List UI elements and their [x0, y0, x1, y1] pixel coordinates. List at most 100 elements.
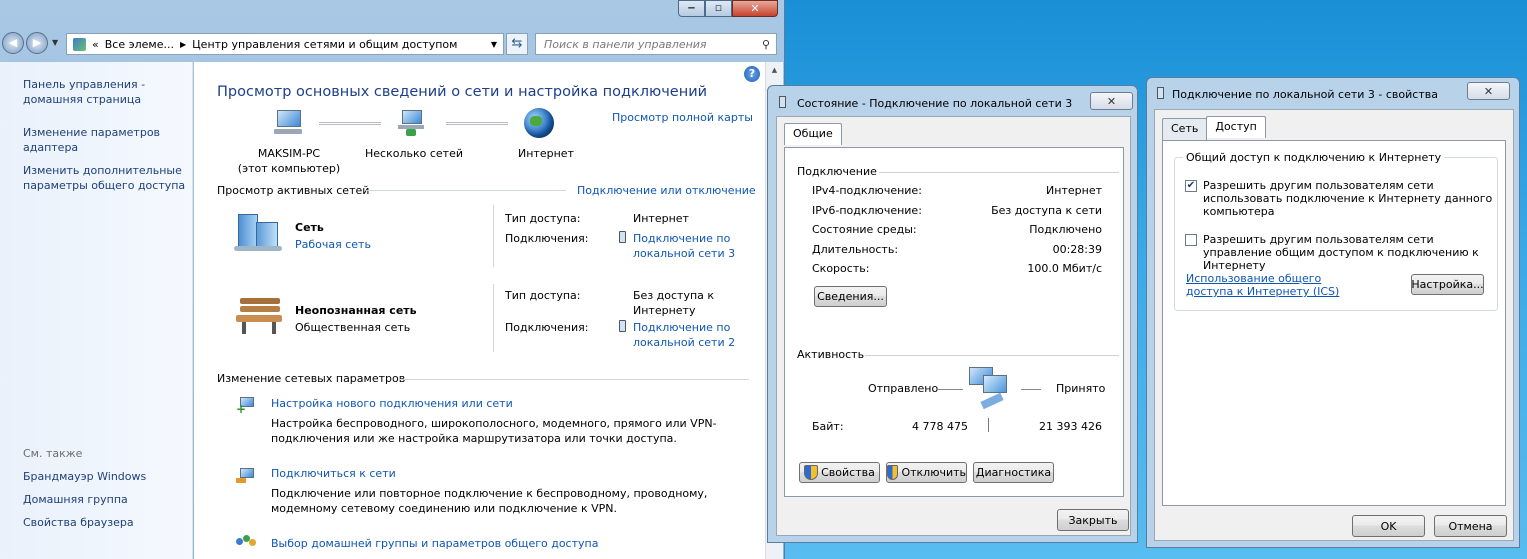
task-connect-link[interactable]: Подключиться к сети	[271, 466, 396, 481]
main-content: ? Просмотр основных сведений о сети и на…	[194, 62, 773, 559]
bytes-divider	[988, 418, 989, 432]
search-icon[interactable]: ⚲	[762, 38, 770, 51]
allow-sharing-checkbox[interactable]: ✔	[1185, 180, 1197, 192]
tab-network[interactable]: Сеть	[1162, 118, 1208, 140]
speed-label: Скорость:	[812, 262, 870, 275]
uac-shield-icon	[887, 465, 899, 480]
minimize-button[interactable]: ‒	[678, 0, 705, 17]
control-panel-icon	[73, 37, 86, 51]
change-settings-heading: Изменение сетевых параметров	[217, 372, 406, 385]
vertical-divider	[493, 284, 494, 352]
cancel-button[interactable]: Отмена	[1434, 515, 1507, 537]
sidebar-homegroup-link[interactable]: Домашняя группа	[23, 492, 128, 507]
bytes-received-value: 21 393 426	[1039, 420, 1102, 433]
network2-connection-link[interactable]: Подключение по локальной сети 2	[633, 320, 743, 350]
ethernet-plug-icon	[619, 231, 626, 243]
task-homegroup-link[interactable]: Выбор домашней группы и параметров общег…	[271, 536, 598, 551]
maximize-button[interactable]: ▫	[705, 0, 732, 17]
duration-label: Длительность:	[812, 243, 899, 256]
globe-icon	[524, 108, 554, 138]
map-internet-label: Интернет	[518, 147, 574, 160]
network1-access-value: Интернет	[633, 212, 689, 225]
received-label: Принято	[1056, 382, 1106, 395]
breadcrumb-separator-icon[interactable]: ▶	[180, 40, 186, 49]
close-button[interactable]: ✕	[1467, 82, 1510, 100]
ipv4-label: IPv4-подключение:	[812, 184, 922, 197]
sidebar-browser-link[interactable]: Свойства браузера	[23, 515, 134, 530]
network-activity-icon	[969, 363, 1019, 411]
media-state-label: Состояние среды:	[812, 223, 917, 236]
close-button[interactable]: ✕	[1090, 92, 1133, 110]
connect-to-network-icon	[236, 466, 256, 484]
properties-button[interactable]: Свойства	[799, 462, 880, 483]
map-line-2	[446, 122, 508, 125]
divider	[399, 379, 749, 380]
close-button[interactable]: ✕	[732, 0, 778, 17]
tab-sharing[interactable]: Доступ	[1206, 116, 1266, 138]
sidebar-adapter-link[interactable]: Изменение параметров адаптера	[23, 125, 173, 155]
map-line-1	[319, 122, 381, 125]
search-placeholder: Поиск в панели управления	[544, 37, 707, 51]
breadcrumb-network-center[interactable]: Центр управления сетями и общим доступом	[192, 38, 457, 51]
breadcrumb-all-items[interactable]: Все элеме...	[105, 38, 174, 51]
work-network-icon	[234, 212, 282, 252]
see-also-label: См. также	[23, 447, 83, 460]
new-connection-icon: +	[236, 395, 256, 415]
refresh-button[interactable]: ⇆	[506, 33, 528, 55]
allow-control-checkbox[interactable]	[1185, 234, 1197, 246]
divider	[366, 190, 566, 191]
scroll-up-icon[interactable]: ▲	[766, 62, 783, 78]
map-pc-name: MAKSIM-PC	[257, 147, 321, 160]
network1-type-link[interactable]: Рабочая сеть	[295, 237, 371, 252]
sidebar-sharing-link[interactable]: Изменить дополнительные параметры общего…	[23, 163, 188, 193]
ipv4-value: Интернет	[1046, 184, 1102, 197]
computer-icon	[274, 110, 302, 134]
disable-button[interactable]: Отключить	[886, 462, 967, 483]
network1-connection-link[interactable]: Подключение по локальной сети 3	[633, 231, 743, 261]
address-dropdown-icon[interactable]: ▼	[491, 40, 497, 49]
dialog-body: Сеть Доступ Общий доступ к подключению к…	[1154, 109, 1514, 541]
forward-button[interactable]: ▶	[26, 32, 48, 54]
sent-line	[937, 389, 963, 390]
bytes-label: Байт:	[812, 420, 844, 433]
sidebar-firewall-link[interactable]: Брандмауэр Windows	[23, 469, 146, 484]
details-button[interactable]: Сведения...	[814, 286, 887, 307]
tab-strip: Сеть Доступ	[1162, 116, 1266, 140]
sharing-settings-button[interactable]: Настройка...	[1411, 274, 1484, 295]
connect-disconnect-link[interactable]: Подключение или отключение	[577, 183, 756, 198]
back-button[interactable]: ◀	[2, 32, 24, 54]
task-new-connection-desc: Настройка беспроводного, широкополосного…	[271, 417, 717, 445]
history-dropdown-icon[interactable]: ▼	[52, 38, 58, 47]
divider	[865, 355, 1119, 356]
network1-access-label: Тип доступа:	[505, 212, 581, 225]
tab-strip: Общие	[784, 123, 842, 147]
sidebar-home-link[interactable]: Панель управления - домашняя страница	[23, 77, 173, 107]
activity-group-label: Активность	[797, 348, 865, 361]
tab-general[interactable]: Общие	[784, 123, 842, 145]
network2-conn-label: Подключения:	[505, 321, 589, 334]
search-input[interactable]: Поиск в панели управления ⚲	[535, 33, 777, 55]
task-connect-desc: Подключение или повторное подключение к …	[271, 487, 708, 515]
page-title: Просмотр основных сведений о сети и наст…	[217, 84, 708, 100]
close-dialog-button[interactable]: Закрыть	[1057, 509, 1129, 531]
uac-shield-icon	[804, 465, 819, 480]
network-center-window: ‒ ▫ ✕ ◀ ▶ ▼ « Все элеме... ▶ Центр управ…	[0, 0, 785, 559]
ok-button[interactable]: OK	[1352, 515, 1425, 537]
network2-type: Общественная сеть	[295, 321, 411, 334]
full-map-link[interactable]: Просмотр полной карты	[612, 110, 753, 125]
help-icon[interactable]: ?	[744, 66, 760, 82]
ics-help-link[interactable]: Использование общего доступа к Интернету…	[1186, 272, 1371, 298]
diagnose-button[interactable]: Диагностика	[973, 462, 1054, 483]
disable-label: Отключить	[901, 466, 966, 479]
network2-access-label: Тип доступа:	[505, 289, 581, 302]
homegroup-icon	[236, 535, 256, 549]
duration-value: 00:28:39	[1052, 243, 1102, 256]
task-new-connection-link[interactable]: Настройка нового подключения или сети	[271, 396, 513, 411]
sent-label: Отправлено	[868, 382, 939, 395]
address-bar[interactable]: « Все элеме... ▶ Центр управления сетями…	[66, 33, 504, 55]
recv-line	[1021, 389, 1041, 390]
ics-group-label: Общий доступ к подключению к Интернету	[1183, 151, 1445, 164]
network2-name: Неопознанная сеть	[295, 304, 417, 317]
properties-label: Свойства	[821, 466, 875, 479]
overflow-chevron-icon[interactable]: «	[92, 38, 99, 51]
